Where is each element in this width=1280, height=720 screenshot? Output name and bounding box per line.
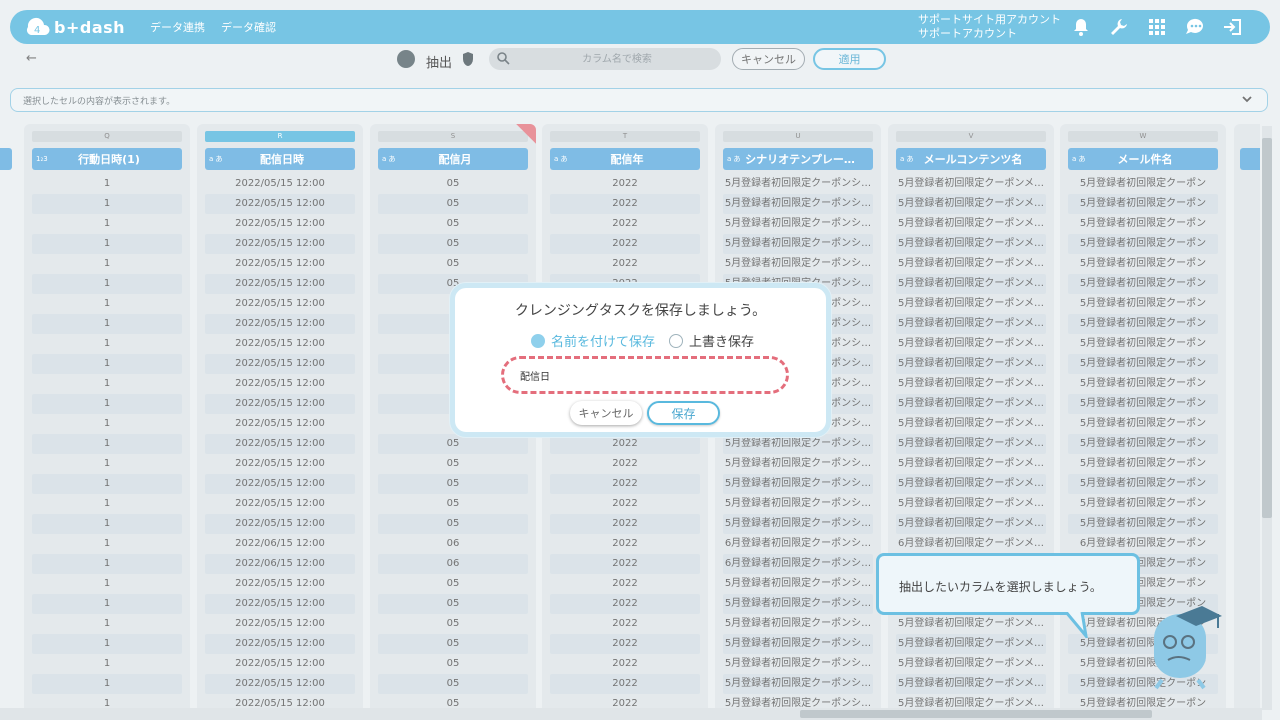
save-mode-options: 名前を付けて保存 上書き保存 — [531, 331, 768, 350]
dialog-title: クレンジングタスクを保存しましょう。 — [514, 303, 767, 319]
task-name-input[interactable] — [501, 356, 789, 394]
radio-overwrite[interactable] — [669, 333, 684, 348]
radio-overwrite-label[interactable]: 上書き保存 — [689, 331, 754, 350]
mascot-icon — [1154, 606, 1222, 690]
guide-tooltip: 抽出したいカラムを選択しましょう。 — [876, 553, 1140, 615]
radio-save-as-label[interactable]: 名前を付けて保存 — [551, 331, 655, 350]
save-task-dialog: クレンジングタスクを保存しましょう。 名前を付けて保存 上書き保存 キャンセル … — [450, 283, 831, 437]
dialog-save-button[interactable]: 保存 — [647, 401, 720, 425]
radio-save-as[interactable] — [531, 333, 545, 348]
tooltip-tail — [1064, 612, 1088, 638]
dialog-cancel-button[interactable]: キャンセル — [570, 401, 642, 425]
guide-tooltip-text: 抽出したいカラムを選択しましょう。 — [899, 580, 1102, 594]
